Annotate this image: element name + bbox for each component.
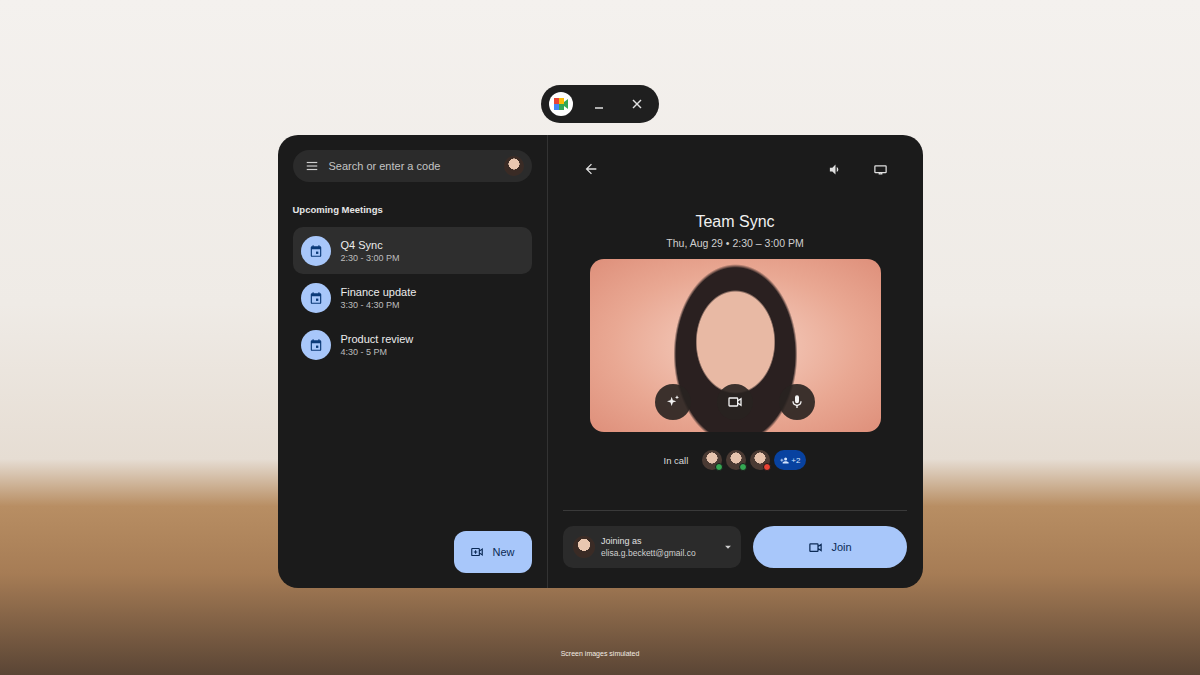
participant-avatar [726, 450, 746, 470]
account-chip[interactable]: Joining as elisa.g.beckett@gmail.co [563, 526, 741, 568]
simulation-caption: Screen images simulated [561, 650, 640, 657]
participant-avatar [750, 450, 770, 470]
status-dot [715, 463, 723, 471]
person-add-icon [780, 456, 789, 465]
meeting-schedule: Thu, Aug 29 • 2:30 – 3:00 PM [666, 237, 803, 249]
meetings-pane: Search or enter a code Upcoming Meetings… [278, 135, 548, 588]
camera-preview [590, 259, 881, 432]
new-meeting-button[interactable]: New [454, 531, 532, 573]
back-arrow-icon[interactable] [583, 161, 599, 177]
video-icon [808, 540, 823, 555]
join-button[interactable]: Join [753, 526, 907, 568]
minimize-icon [593, 98, 605, 110]
participant-avatar [702, 450, 722, 470]
window-bar [541, 85, 659, 123]
calendar-icon [301, 283, 331, 313]
account-email: elisa.g.beckett@gmail.co [601, 548, 715, 558]
meeting-title: Finance update [341, 286, 417, 298]
in-call-row: In call +2 [664, 450, 807, 470]
preview-controls [590, 384, 881, 420]
passthrough-room: Search or enter a code Upcoming Meetings… [0, 0, 1200, 675]
meeting-pane: Team Sync Thu, Aug 29 • 2:30 – 3:00 PM I… [548, 135, 923, 588]
sparkle-icon [665, 394, 681, 410]
meeting-name: Team Sync [695, 213, 774, 231]
camera-button[interactable] [717, 384, 753, 420]
meeting-title: Q4 Sync [341, 239, 400, 251]
chevron-down-icon [721, 540, 735, 554]
account-avatar [573, 536, 595, 558]
camera-icon [727, 394, 743, 410]
join-row: Joining as elisa.g.beckett@gmail.co Join [563, 526, 907, 568]
close-icon [631, 98, 643, 110]
speaker-icon[interactable] [828, 162, 843, 177]
meeting-time: 4:30 - 5 PM [341, 347, 414, 357]
calendar-icon [301, 236, 331, 266]
meeting-item[interactable]: Product review 4:30 - 5 PM [293, 321, 532, 368]
calendar-icon [301, 330, 331, 360]
in-call-label: In call [664, 455, 689, 466]
meeting-title: Product review [341, 333, 414, 345]
search-placeholder: Search or enter a code [329, 160, 494, 172]
screen-mode-icon[interactable] [873, 162, 888, 177]
meeting-item[interactable]: Q4 Sync 2:30 - 3:00 PM [293, 227, 532, 274]
divider [563, 510, 907, 511]
meet-logo-icon [549, 92, 573, 116]
joining-as-label: Joining as [601, 536, 715, 546]
profile-avatar[interactable] [504, 156, 524, 176]
more-participants-badge[interactable]: +2 [774, 450, 806, 470]
meeting-time: 3:30 - 4:30 PM [341, 300, 417, 310]
menu-icon[interactable] [305, 159, 319, 173]
meeting-time: 2:30 - 3:00 PM [341, 253, 400, 263]
upcoming-heading: Upcoming Meetings [293, 204, 532, 215]
search-field[interactable]: Search or enter a code [293, 150, 532, 182]
mic-button[interactable] [779, 384, 815, 420]
effects-button[interactable] [655, 384, 691, 420]
new-video-icon [470, 545, 484, 559]
meeting-list: Q4 Sync 2:30 - 3:00 PM Finance update 3:… [293, 227, 532, 368]
close-button[interactable] [625, 92, 649, 116]
status-dot [763, 463, 771, 471]
meeting-toolbar [563, 157, 908, 181]
meeting-item[interactable]: Finance update 3:30 - 4:30 PM [293, 274, 532, 321]
meet-window: Search or enter a code Upcoming Meetings… [278, 135, 923, 588]
minimize-button[interactable] [587, 92, 611, 116]
mic-icon [789, 394, 805, 410]
status-dot [739, 463, 747, 471]
